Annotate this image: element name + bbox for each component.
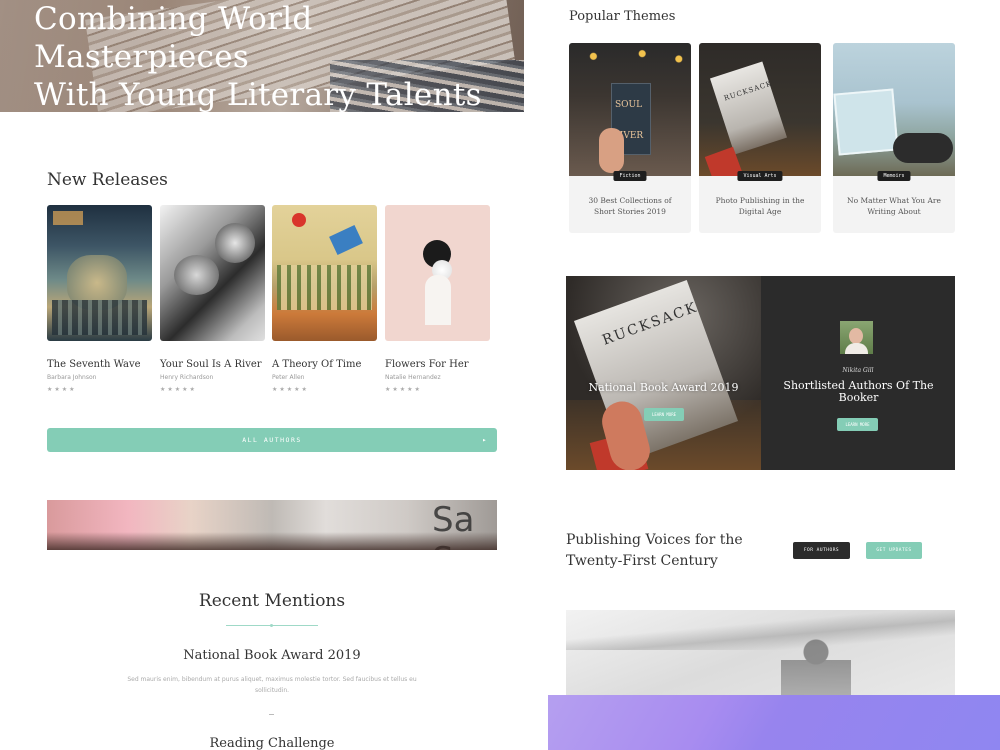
magazine-strip-image: Sa Sou [47, 500, 497, 550]
book-cover[interactable] [272, 205, 377, 341]
book-cover[interactable] [47, 205, 152, 341]
recent-mentions-title: Recent Mentions [198, 591, 346, 611]
arrow-right-icon: ▸ [482, 436, 488, 444]
theme-image[interactable]: RUCKSACK [699, 43, 821, 176]
purple-section [548, 695, 1000, 750]
avatar [840, 321, 873, 354]
theme-badge[interactable]: Memoirs [877, 171, 911, 181]
theme-image[interactable] [833, 43, 955, 176]
book-rating: ★★★★★ [385, 386, 422, 393]
book-rating: ★★★★★ [160, 386, 197, 393]
author-name: Nikita Gill [842, 367, 874, 374]
book-title[interactable]: A Theory Of Time [272, 359, 377, 370]
all-authors-button[interactable]: ALL AUTHORS ▸ [47, 428, 497, 452]
mention-title[interactable]: Reading Challenge [0, 736, 544, 750]
hero-title: Combining World Masterpieces With Young … [34, 0, 524, 112]
theme-caption[interactable]: No Matter What You Are Writing About [841, 195, 947, 217]
book-card[interactable]: A Theory Of Time Peter Allen ★★★★★ [272, 205, 377, 393]
hero-banner: Combining World Masterpieces With Young … [0, 0, 524, 112]
book-author: Henry Richardson [160, 374, 214, 381]
book-author: Natalie Hernandez [385, 374, 441, 381]
hero-title-line2: With Young Literary Talents [34, 77, 482, 112]
banner-photo: RUCKSACK [566, 276, 761, 470]
theme-card[interactable]: Memoirs No Matter What You Are Writing A… [833, 43, 955, 233]
book-author: Barbara Johnson [47, 374, 97, 381]
publishing-voices-heading: Publishing Voices for the Twenty-First C… [566, 532, 743, 569]
booker-banner: RUCKSACK National Book Award 2019 LEARN … [566, 276, 955, 470]
book-title[interactable]: Flowers For Her [385, 359, 490, 370]
book-rating: ★★★★★ [272, 386, 309, 393]
popular-themes-title: Popular Themes [569, 9, 676, 24]
theme-caption[interactable]: Photo Publishing in the Digital Age [707, 195, 813, 217]
book-author: Peter Allen [272, 374, 305, 381]
mention-text: Sed mauris enim, bibendum at purus aliqu… [127, 676, 417, 694]
theme-image[interactable]: SOUL RIVER [569, 43, 691, 176]
banner-right-title: Shortlisted Authors Of The Booker [783, 379, 934, 404]
book-cover[interactable] [160, 205, 265, 341]
book-title[interactable]: The Seventh Wave [47, 359, 152, 370]
get-updates-button[interactable]: GET UPDATES [866, 542, 922, 559]
mention-title[interactable]: National Book Award 2019 [0, 648, 544, 663]
theme-card[interactable]: SOUL RIVER Fiction 30 Best Collections o… [569, 43, 691, 233]
learn-more-button[interactable]: LEARN MORE [837, 418, 878, 431]
book-title[interactable]: Your Soul Is A River [160, 359, 265, 370]
theme-badge[interactable]: Fiction [613, 171, 647, 181]
theme-badge[interactable]: Visual Arts [737, 171, 783, 181]
banner-left-title: National Book Award 2019 [588, 381, 739, 394]
new-releases-title: New Releases [47, 170, 168, 190]
book-card[interactable]: Your Soul Is A River Henry Richardson ★★… [160, 205, 265, 393]
divider [226, 624, 318, 627]
book-cover[interactable] [385, 205, 490, 341]
all-authors-label: ALL AUTHORS [242, 436, 302, 444]
mention-separator [269, 714, 274, 715]
book-card[interactable]: The Seventh Wave Barbara Johnson ★★★★ [47, 205, 152, 393]
theme-caption[interactable]: 30 Best Collections of Short Stories 201… [577, 195, 683, 217]
hero-title-line1: Combining World Masterpieces [34, 1, 313, 75]
for-authors-button[interactable]: FOR AUTHORS [793, 542, 850, 559]
book-card[interactable]: Flowers For Her Natalie Hernandez ★★★★★ [385, 205, 490, 393]
book-rating: ★★★★ [47, 386, 77, 393]
learn-more-button[interactable]: LEARN MORE [644, 408, 684, 421]
theme-card[interactable]: RUCKSACK Visual Arts Photo Publishing in… [699, 43, 821, 233]
